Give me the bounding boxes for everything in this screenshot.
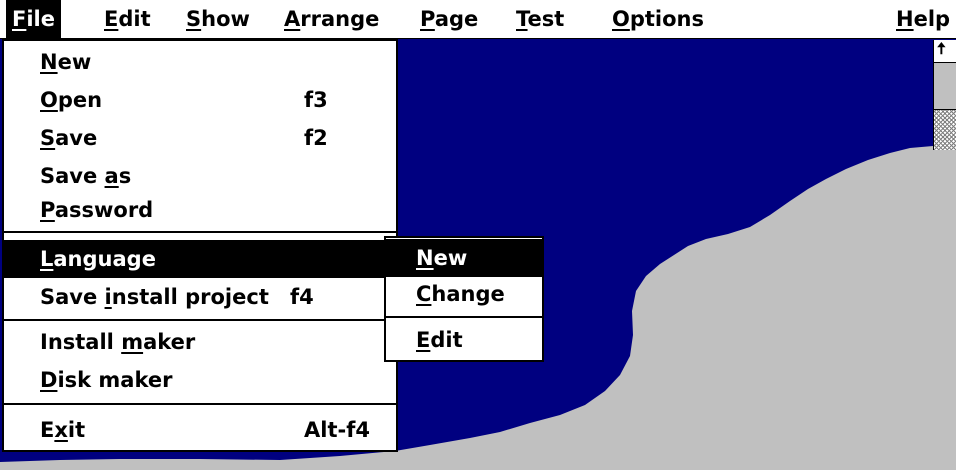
language-submenu-separator	[386, 316, 542, 318]
menu-edit[interactable]: Edit	[98, 0, 157, 38]
file-menu-item-exit-shortcut: Alt-f4	[304, 418, 370, 442]
vertical-scrollbar[interactable]: 🠅	[933, 39, 956, 150]
menu-page-accel: P	[420, 7, 435, 31]
language-submenu-item-change[interactable]: Change	[386, 275, 542, 313]
menu-show-rest: how	[201, 7, 250, 31]
language-submenu-item-edit[interactable]: Edit	[386, 321, 542, 359]
file-menu-item-exit-label: Exit	[40, 418, 86, 442]
menu-file[interactable]: File	[6, 0, 61, 38]
menu-options-accel: O	[612, 7, 630, 31]
language-submenu: New Change Edit	[384, 236, 544, 362]
menu-page[interactable]: Page	[414, 0, 484, 38]
menu-bar: File Edit Show Arrange Page Test Options…	[0, 0, 956, 39]
file-menu-item-password-label: Password	[40, 198, 154, 222]
language-submenu-item-edit-label: Edit	[416, 328, 463, 352]
menu-help[interactable]: Help	[890, 0, 956, 38]
file-menu-separator	[4, 231, 396, 233]
menu-page-rest: age	[434, 7, 479, 31]
menu-options-rest: ptions	[629, 7, 705, 31]
file-menu-item-save-as[interactable]: Save as	[4, 157, 396, 195]
file-menu-item-save-install-project[interactable]: Save install project f4	[4, 278, 396, 316]
file-menu-item-save-install-project-label: Save install project	[40, 285, 269, 309]
menu-help-rest: elp	[913, 7, 951, 31]
file-menu-item-language-label: Language	[40, 247, 156, 271]
menu-show[interactable]: Show	[180, 0, 256, 38]
file-menu-item-password[interactable]: Password	[4, 191, 396, 229]
language-submenu-item-new-label: New	[416, 246, 468, 270]
file-menu-item-install-maker-label: Install maker	[40, 330, 196, 354]
language-submenu-item-new[interactable]: New	[386, 239, 542, 277]
file-menu-separator	[4, 319, 396, 321]
menu-test-accel: T	[516, 7, 528, 31]
file-menu-item-disk-maker-label: Disk maker	[40, 368, 173, 392]
file-menu-item-exit[interactable]: Exit Alt-f4	[4, 411, 396, 449]
file-menu-separator	[4, 403, 396, 405]
file-menu-item-new[interactable]: New	[4, 43, 396, 81]
up-arrow-icon: 🠅	[937, 39, 946, 58]
scroll-track[interactable]	[934, 110, 956, 150]
menu-arrange-rest: rrange	[300, 7, 380, 31]
file-menu-item-save-install-project-shortcut: f4	[290, 285, 314, 309]
file-menu: New Open f3 Save f2 Save as Password Lan…	[2, 39, 398, 452]
menu-test[interactable]: Test	[510, 0, 570, 38]
menu-file-accel: F	[12, 7, 27, 31]
menu-help-accel: H	[896, 7, 914, 31]
file-menu-item-save[interactable]: Save f2	[4, 119, 396, 157]
scroll-thumb[interactable]	[934, 63, 956, 110]
menu-arrange-accel: A	[284, 7, 301, 31]
language-submenu-item-change-label: Change	[416, 282, 505, 306]
file-menu-item-save-as-label: Save as	[40, 164, 132, 188]
scroll-up-button[interactable]: 🠅	[934, 39, 956, 63]
file-menu-item-language[interactable]: Language	[4, 240, 396, 278]
file-menu-item-open-label: Open	[40, 88, 103, 112]
menu-file-rest: ile	[26, 7, 55, 31]
file-menu-item-save-shortcut: f2	[304, 126, 328, 150]
file-menu-item-open[interactable]: Open f3	[4, 81, 396, 119]
menu-arrange[interactable]: Arrange	[278, 0, 385, 38]
file-menu-item-new-label: New	[40, 50, 92, 74]
file-menu-item-disk-maker[interactable]: Disk maker	[4, 361, 396, 399]
menu-edit-rest: dit	[118, 7, 151, 31]
menu-test-rest: est	[527, 7, 565, 31]
file-menu-item-install-maker[interactable]: Install maker	[4, 323, 396, 361]
file-menu-item-save-label: Save	[40, 126, 98, 150]
file-menu-item-open-shortcut: f3	[304, 88, 328, 112]
menu-show-accel: S	[186, 7, 202, 31]
menu-edit-accel: E	[104, 7, 119, 31]
menu-options[interactable]: Options	[606, 0, 710, 38]
